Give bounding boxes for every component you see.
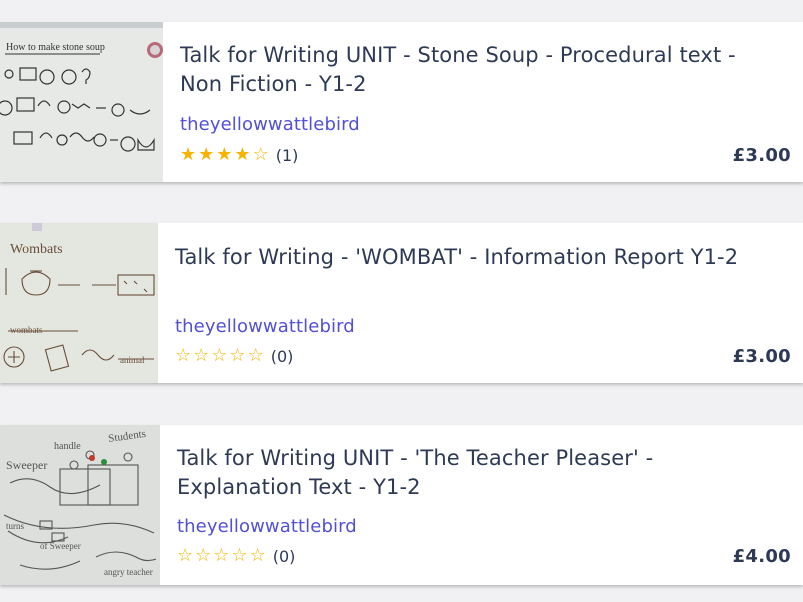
resource-card[interactable]: How to make stone soup Talk for Writing …: [0, 22, 803, 182]
svg-text:handle: handle: [54, 441, 81, 452]
resource-info: Talk for Writing UNIT - Stone Soup - Pro…: [163, 22, 803, 182]
whiteboard-sketch-image: Students Sweeper handle turns of Sweeper: [0, 425, 160, 585]
svg-text:angry teacher: angry teacher: [104, 567, 153, 577]
star-empty-icon: ☆: [175, 345, 192, 366]
review-count: (1): [275, 145, 299, 165]
star-filled-icon: ★: [180, 144, 197, 165]
svg-text:of Sweeper: of Sweeper: [40, 541, 81, 551]
resource-author-link[interactable]: theyellowwattlebird: [177, 516, 357, 537]
star-empty-icon: ☆: [231, 545, 248, 566]
review-count: (0): [270, 346, 294, 366]
star-filled-icon: ★: [198, 144, 215, 165]
whiteboard-sketch-image: Wombats wombats animal: [0, 223, 158, 383]
svg-text:wombats: wombats: [10, 325, 43, 335]
resource-price: £4.00: [732, 546, 791, 567]
svg-text:animal: animal: [120, 355, 145, 365]
svg-text:Sweeper: Sweeper: [6, 458, 47, 472]
resource-author-link[interactable]: theyellowwattlebird: [180, 114, 360, 135]
resource-card[interactable]: Wombats wombats animal Talk for Writing …: [0, 223, 803, 383]
star-empty-icon: ☆: [249, 545, 266, 566]
svg-text:turns: turns: [6, 521, 24, 531]
review-count: (0): [272, 546, 296, 566]
resource-title[interactable]: Talk for Writing UNIT - 'The Teacher Ple…: [177, 444, 783, 502]
thumb-caption: How to make stone soup: [6, 42, 105, 53]
resource-title[interactable]: Talk for Writing UNIT - Stone Soup - Pro…: [180, 41, 783, 99]
resource-thumbnail[interactable]: Students Sweeper handle turns of Sweeper: [0, 425, 160, 585]
thumb-caption: Wombats: [10, 242, 63, 257]
resource-thumbnail[interactable]: Wombats wombats animal: [0, 223, 158, 383]
star-filled-icon: ★: [216, 144, 233, 165]
rating-stars: ★ ★ ★ ★ ☆ (1): [180, 145, 298, 165]
rating-stars: ☆ ☆ ☆ ☆ ☆ (0): [177, 546, 295, 566]
resource-info: Talk for Writing - 'WOMBAT' - Informatio…: [158, 223, 803, 383]
whiteboard-sketch-image: How to make stone soup: [0, 22, 163, 182]
resource-price: £3.00: [732, 145, 791, 166]
resource-thumbnail[interactable]: How to make stone soup: [0, 22, 163, 182]
rating-stars: ☆ ☆ ☆ ☆ ☆ (0): [175, 346, 293, 366]
resource-title[interactable]: Talk for Writing - 'WOMBAT' - Informatio…: [175, 243, 783, 272]
star-filled-icon: ★: [234, 144, 251, 165]
resource-price: £3.00: [732, 346, 791, 367]
resource-author-link[interactable]: theyellowwattlebird: [175, 316, 355, 337]
star-empty-icon: ☆: [195, 545, 212, 566]
star-empty-icon: ☆: [213, 545, 230, 566]
star-empty-icon: ☆: [211, 345, 228, 366]
star-empty-icon: ☆: [247, 345, 264, 366]
resource-card[interactable]: Students Sweeper handle turns of Sweeper: [0, 425, 803, 585]
star-empty-icon: ☆: [229, 345, 246, 366]
star-empty-icon: ☆: [177, 545, 194, 566]
star-empty-icon: ☆: [193, 345, 210, 366]
resource-info: Talk for Writing UNIT - 'The Teacher Ple…: [160, 425, 803, 585]
star-empty-icon: ☆: [252, 144, 269, 165]
